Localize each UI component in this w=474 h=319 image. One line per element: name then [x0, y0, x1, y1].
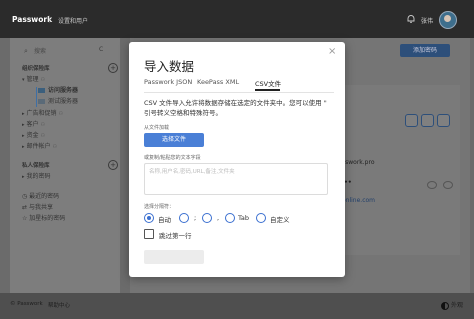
- search-icon: ⌕: [24, 47, 28, 55]
- chevron-down-icon: ▾: [22, 77, 25, 83]
- card-link-text[interactable]: online.com: [342, 197, 375, 204]
- folder-icon: [38, 99, 45, 104]
- radio-tab[interactable]: [225, 213, 235, 223]
- add-vault-icon[interactable]: +: [108, 63, 118, 73]
- active-tab-indicator: [255, 89, 280, 91]
- add-private-vault-icon[interactable]: +: [108, 160, 118, 170]
- breadcrumb-separator: |: [48, 15, 51, 23]
- tab-keepass-xml[interactable]: KeePass XML: [197, 78, 239, 86]
- eye-icon[interactable]: [427, 181, 437, 189]
- dialog-title: 导入数据: [144, 59, 195, 74]
- radio-auto[interactable]: [144, 213, 154, 223]
- from-file-label: 从文件加载: [144, 125, 170, 131]
- share-user-icon[interactable]: [405, 114, 418, 127]
- skip-first-row-checkbox[interactable]: [144, 229, 154, 239]
- people-icon: ⚇: [58, 111, 64, 117]
- edit-icon[interactable]: [421, 114, 434, 127]
- radio-comma[interactable]: [202, 213, 212, 223]
- avatar[interactable]: [439, 11, 457, 29]
- card-password-text: ••: [344, 179, 352, 186]
- people-icon: ⚇: [40, 133, 46, 139]
- org-vaults-title: 组织保险库: [22, 66, 50, 72]
- tree-guide-line: [36, 87, 37, 107]
- chevron-right-icon: ▸: [22, 133, 25, 139]
- radio-tab-label: Tab: [238, 214, 250, 222]
- paste-label: 或复制/粘贴您的文本字段: [144, 155, 201, 161]
- chevron-right-icon: ▸: [22, 174, 25, 180]
- share-icon: ⇄: [22, 204, 29, 211]
- chevron-right-icon: ▸: [22, 144, 25, 150]
- help-center-link[interactable]: 帮助中心: [48, 301, 70, 309]
- people-icon: ⚇: [40, 122, 46, 128]
- nav-recent-passwords[interactable]: ◷ 最近的密码: [22, 191, 59, 200]
- user-name[interactable]: 张伟: [421, 16, 433, 25]
- footer: © Passwork 帮助中心 外观: [0, 293, 474, 319]
- tree-item-admin[interactable]: ▾ 管理 ⚇: [22, 74, 45, 83]
- delete-icon[interactable]: [437, 114, 450, 127]
- bell-icon[interactable]: [406, 14, 416, 24]
- csv-description: CSV 文件导入允许将数据存储在选定的文件夹中。您可以使用 " 引号转义空格和特…: [144, 99, 327, 117]
- theme-toggle[interactable]: 外观: [441, 300, 463, 310]
- separator-options: 自动 ; , Tab 自定义: [144, 213, 334, 225]
- import-tabs: Passwork JSON KeePass XML CSV文件: [144, 76, 334, 93]
- tree-item-test-servers[interactable]: 测试服务器: [38, 96, 78, 105]
- tree-item-funds[interactable]: ▸ 资金 ⚇: [22, 130, 45, 139]
- radio-auto-label: 自动: [158, 216, 171, 224]
- tab-passwork-json[interactable]: Passwork JSON: [144, 78, 192, 86]
- close-icon[interactable]: ×: [328, 46, 336, 57]
- tree-item-ads[interactable]: ▸ 广告和促销 ⚇: [22, 108, 63, 117]
- separator-label: 选择分隔符：: [144, 204, 175, 210]
- tree-item-my-passwords[interactable]: ▸ 我的密码: [22, 171, 51, 180]
- app-logo[interactable]: Passwork: [12, 15, 52, 24]
- tree-item-mail-accounts[interactable]: ▸ 邮件帐户 ⚇: [22, 141, 57, 150]
- tab-csv[interactable]: CSV文件: [255, 78, 281, 88]
- nav-starred-passwords[interactable]: ☆ 加星标的密码: [22, 213, 65, 222]
- radio-custom[interactable]: [256, 213, 266, 223]
- nav-shared-with-me[interactable]: ⇄ 与我共享: [22, 202, 53, 211]
- skip-first-row-label: 跳过第一行: [159, 232, 192, 240]
- radio-semicolon[interactable]: [179, 213, 189, 223]
- top-bar: Passwork | 设置和用户 张伟: [0, 0, 474, 38]
- breadcrumb[interactable]: 设置和用户: [58, 16, 88, 25]
- people-icon: ⚇: [40, 77, 46, 83]
- chevron-right-icon: ▸: [22, 122, 25, 128]
- folder-icon: [38, 88, 45, 93]
- copyright: © Passwork: [10, 301, 43, 307]
- people-icon: ⚇: [52, 144, 58, 150]
- sidebar: ⌕ 搜索 C 组织保险库 + ▾ 管理 ⚇ 访问服务器 测试服务器 ▸ 广告和促销 ⚇ …: [10, 38, 120, 293]
- contrast-icon: [441, 301, 449, 310]
- choose-file-button[interactable]: 选择文件: [144, 133, 204, 147]
- copy-icon[interactable]: [443, 181, 453, 189]
- private-vaults-title: 私人保险库: [22, 163, 50, 169]
- tree-item-access-servers[interactable]: 访问服务器: [38, 85, 78, 94]
- radio-comma-label: ,: [217, 214, 220, 222]
- csv-textarea[interactable]: 名称,用户名,密码,URL,备注,文件夹: [144, 163, 328, 195]
- tree-item-clients[interactable]: ▸ 客户 ⚇: [22, 119, 45, 128]
- card-url-text: sswork.pro: [342, 159, 375, 166]
- radio-custom-label: 自定义: [270, 216, 290, 224]
- add-password-button[interactable]: 添加密码: [400, 44, 450, 57]
- search-shortcut: C: [99, 46, 104, 53]
- import-dialog: 导入数据 × Passwork JSON KeePass XML CSV文件 C…: [129, 42, 345, 277]
- search-input[interactable]: 搜索: [34, 46, 46, 55]
- radio-semicolon-label: ;: [194, 214, 197, 222]
- import-submit-button[interactable]: [144, 250, 204, 264]
- search-box[interactable]: ⌕ 搜索 C: [10, 44, 110, 56]
- chevron-right-icon: ▸: [22, 111, 25, 117]
